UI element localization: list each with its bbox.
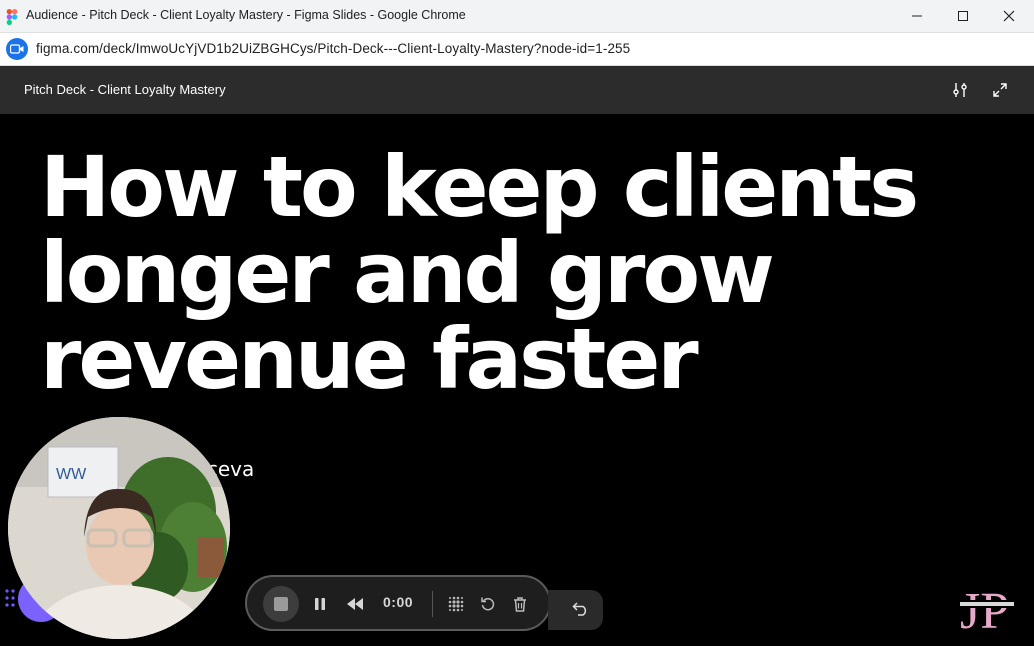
slide-headline: How to keep clients longer and grow reve… (40, 138, 919, 408)
drag-handle-icon[interactable] (4, 588, 16, 608)
window-title: Audience - Pitch Deck - Client Loyalty M… (26, 8, 466, 22)
watermark-text: JP (960, 583, 1009, 640)
camera-site-icon[interactable] (6, 38, 28, 60)
close-icon (1003, 10, 1015, 22)
maximize-button[interactable] (940, 0, 986, 32)
restart-icon (481, 597, 495, 611)
recording-controls: 0:00 (245, 575, 551, 631)
rewind-button[interactable] (344, 593, 366, 615)
dot-grid-icon (448, 596, 464, 612)
undo-button[interactable] (548, 590, 603, 630)
headline-line-2: longer and grow (40, 224, 775, 322)
fullscreen-button[interactable] (988, 78, 1012, 102)
trash-icon (514, 597, 526, 612)
slide-canvas: How to keep clients longer and grow reve… (0, 114, 1034, 646)
video-camera-icon (10, 44, 24, 54)
close-window-button[interactable] (986, 0, 1032, 32)
headline-line-1: How to keep clients (40, 138, 919, 236)
presentation-toolbar: Pitch Deck - Client Loyalty Mastery (0, 66, 1034, 114)
address-bar[interactable]: figma.com/deck/ImwoUcYjVD1b2UiZBGHCys/Pi… (0, 33, 1034, 66)
minimize-icon (912, 15, 922, 17)
recording-time: 0:00 (383, 594, 414, 610)
url-text[interactable]: figma.com/deck/ImwoUcYjVD1b2UiZBGHCys/Pi… (36, 41, 630, 56)
settings-button[interactable] (948, 78, 972, 102)
maximize-icon (958, 11, 968, 21)
delete-recording-button[interactable] (509, 593, 531, 615)
undo-icon (572, 602, 587, 616)
minimize-button[interactable] (894, 0, 940, 32)
browser-title-bar: Audience - Pitch Deck - Client Loyalty M… (0, 0, 1034, 33)
pause-button[interactable] (309, 593, 331, 615)
restart-recording-button[interactable] (477, 593, 499, 615)
headline-line-3: revenue faster (40, 310, 699, 408)
figma-logo-icon (6, 9, 18, 25)
controls-divider (432, 591, 433, 617)
jp-logo-watermark: JP (958, 583, 1016, 640)
stop-recording-button[interactable] (263, 586, 299, 622)
pause-icon (315, 598, 325, 610)
webcam-bubble[interactable]: WW (8, 417, 230, 639)
blur-background-button[interactable] (445, 593, 467, 615)
sliders-icon (953, 83, 967, 97)
rewind-icon (347, 598, 363, 610)
deck-title: Pitch Deck - Client Loyalty Mastery (24, 82, 226, 97)
expand-icon (993, 83, 1007, 97)
stop-icon (274, 597, 288, 611)
svg-text:WW: WW (56, 466, 87, 483)
webcam-presenter-image: WW (8, 417, 230, 639)
